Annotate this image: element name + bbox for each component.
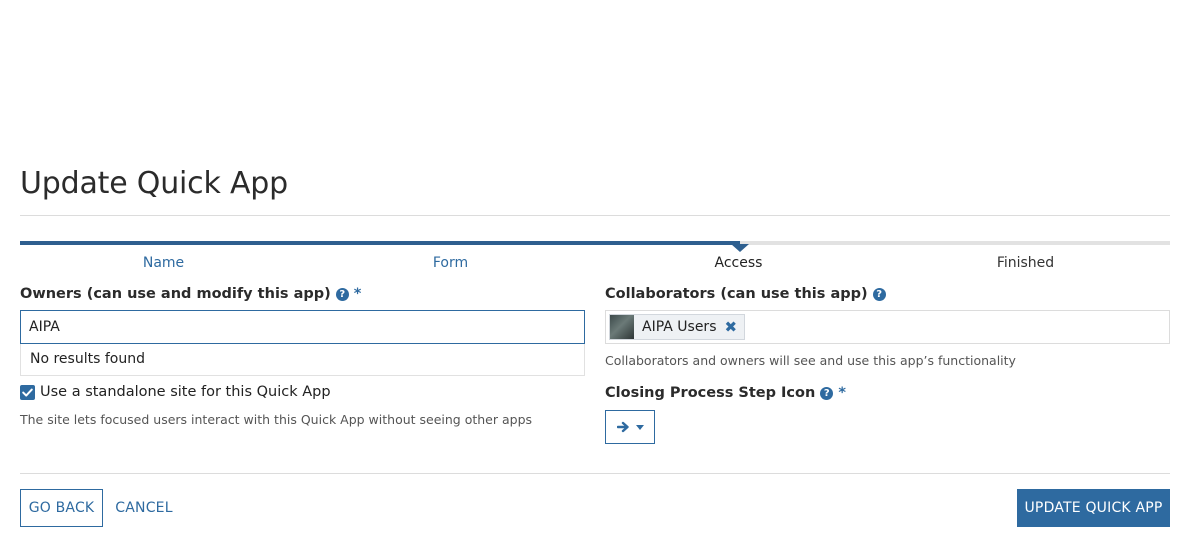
update-quick-app-page: Update Quick App Name Form Access Finish… xyxy=(0,0,1187,543)
cancel-button[interactable]: CANCEL xyxy=(111,489,177,527)
owners-search-input[interactable] xyxy=(20,310,585,344)
caret-down-icon xyxy=(635,424,644,430)
closing-icon-picker[interactable] xyxy=(605,410,655,444)
standalone-checkbox[interactable] xyxy=(20,385,35,400)
owners-label-row: Owners (can use and modify this app) ? * xyxy=(20,286,361,302)
collaborator-chip-label: AIPA Users xyxy=(642,319,717,335)
closing-icon-label: Closing Process Step Icon xyxy=(605,385,816,401)
collaborators-help-icon[interactable]: ? xyxy=(872,287,886,301)
title-divider xyxy=(20,215,1170,216)
collaborators-label-row: Collaborators (can use this app) ? xyxy=(605,286,886,302)
collaborators-label: Collaborators (can use this app) xyxy=(605,286,868,302)
owners-required-mark: * xyxy=(353,286,362,302)
step-access: Access xyxy=(714,255,763,271)
step-form[interactable]: Form xyxy=(307,255,594,271)
collaborators-input[interactable]: AIPA Users ✖ xyxy=(605,310,1170,344)
remove-chip-icon[interactable]: ✖ xyxy=(724,320,737,335)
closing-icon-help-icon[interactable]: ? xyxy=(820,386,834,400)
checkmark-icon xyxy=(22,388,33,397)
footer-divider xyxy=(20,473,1170,474)
step-finished: Finished xyxy=(996,255,1055,271)
closing-icon-label-row: Closing Process Step Icon ? * xyxy=(605,385,846,401)
page-title: Update Quick App xyxy=(20,166,288,201)
closing-icon-required-mark: * xyxy=(838,385,846,401)
group-avatar-icon xyxy=(610,315,634,339)
collaborator-chip: AIPA Users ✖ xyxy=(609,314,746,340)
step-name[interactable]: Name xyxy=(20,255,307,271)
owners-no-results: No results found xyxy=(20,344,585,376)
current-step-marker xyxy=(731,244,749,252)
go-back-button[interactable]: GO BACK xyxy=(20,489,103,527)
collaborators-help-text: Collaborators and owners will see and us… xyxy=(605,353,1016,368)
progress-fill xyxy=(20,241,740,245)
standalone-help-text: The site lets focused users interact wit… xyxy=(20,412,533,427)
owners-help-icon[interactable]: ? xyxy=(335,287,349,301)
progress-track xyxy=(20,241,1170,252)
update-quick-app-button[interactable]: UPDATE QUICK APP xyxy=(1017,489,1170,527)
arrow-right-icon xyxy=(616,421,629,433)
standalone-label[interactable]: Use a standalone site for this Quick App xyxy=(40,384,331,400)
owners-label: Owners (can use and modify this app) xyxy=(20,286,331,302)
